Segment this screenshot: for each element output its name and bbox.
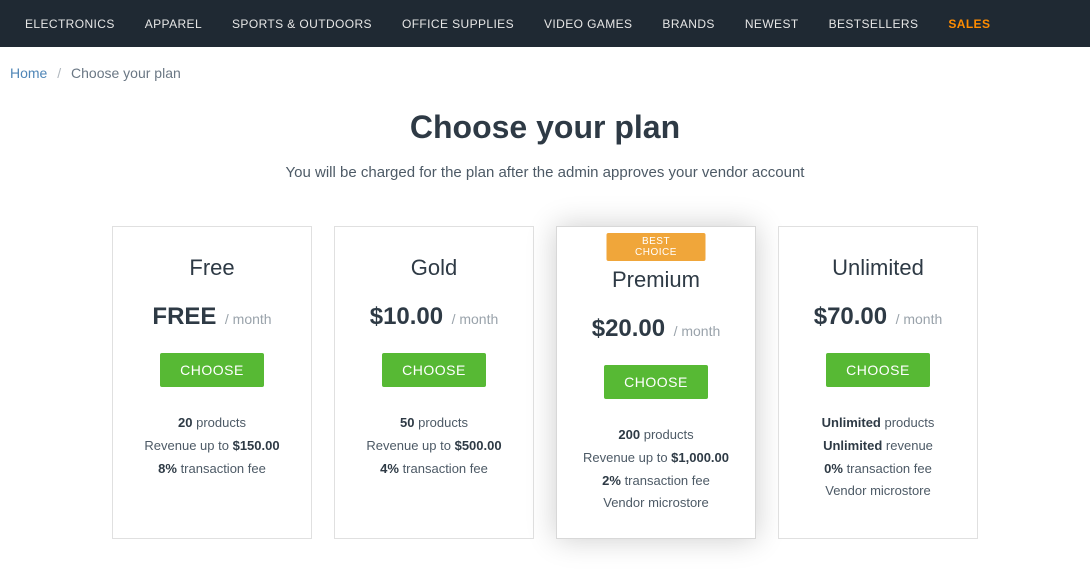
plan-price-row: $70.00 / month bbox=[791, 303, 965, 331]
plan-feature: 50 products bbox=[347, 413, 521, 434]
plan-card-gold: Gold $10.00 / month CHOOSE 50 products R… bbox=[334, 226, 534, 539]
choose-button[interactable]: CHOOSE bbox=[604, 365, 708, 399]
plan-features: 200 products Revenue up to $1,000.00 2% … bbox=[569, 425, 743, 514]
main-navbar: ELECTRONICS APPAREL SPORTS & OUTDOORS OF… bbox=[0, 0, 1090, 47]
plan-period: / month bbox=[452, 311, 499, 327]
plan-price: $70.00 bbox=[814, 303, 887, 330]
choose-button[interactable]: CHOOSE bbox=[826, 353, 930, 387]
breadcrumb-separator: / bbox=[51, 65, 67, 81]
page-subtitle: You will be charged for the plan after t… bbox=[0, 164, 1090, 181]
breadcrumb: Home / Choose your plan bbox=[0, 47, 1090, 91]
plan-name: Gold bbox=[347, 255, 521, 281]
plan-feature: 2% transaction fee bbox=[569, 471, 743, 492]
plan-name: Free bbox=[125, 255, 299, 281]
nav-item-electronics[interactable]: ELECTRONICS bbox=[10, 0, 130, 47]
plan-feature: Vendor microstore bbox=[791, 481, 965, 502]
plan-card-unlimited: Unlimited $70.00 / month CHOOSE Unlimite… bbox=[778, 226, 978, 539]
plan-price: FREE bbox=[152, 303, 216, 330]
plan-period: / month bbox=[896, 311, 943, 327]
page-title: Choose your plan bbox=[0, 109, 1090, 146]
plan-feature: 0% transaction fee bbox=[791, 459, 965, 480]
plan-price-row: FREE / month bbox=[125, 303, 299, 331]
plan-feature: 4% transaction fee bbox=[347, 459, 521, 480]
plan-price-row: $20.00 / month bbox=[569, 315, 743, 343]
plan-name: Unlimited bbox=[791, 255, 965, 281]
plan-feature: Revenue up to $1,000.00 bbox=[569, 448, 743, 469]
plan-feature: Unlimited revenue bbox=[791, 436, 965, 457]
plan-features: Unlimited products Unlimited revenue 0% … bbox=[791, 413, 965, 502]
nav-item-bestsellers[interactable]: BESTSELLERS bbox=[814, 0, 934, 47]
nav-item-video-games[interactable]: VIDEO GAMES bbox=[529, 0, 647, 47]
plan-feature: Revenue up to $150.00 bbox=[125, 436, 299, 457]
plan-name: Premium bbox=[569, 267, 743, 293]
nav-item-brands[interactable]: BRANDS bbox=[647, 0, 729, 47]
breadcrumb-current: Choose your plan bbox=[71, 65, 181, 81]
plan-feature: 8% transaction fee bbox=[125, 459, 299, 480]
plan-features: 20 products Revenue up to $150.00 8% tra… bbox=[125, 413, 299, 479]
nav-item-newest[interactable]: NEWEST bbox=[730, 0, 814, 47]
breadcrumb-home[interactable]: Home bbox=[10, 65, 47, 81]
plan-feature: 20 products bbox=[125, 413, 299, 434]
choose-button[interactable]: CHOOSE bbox=[382, 353, 486, 387]
best-choice-badge: BEST CHOICE bbox=[607, 233, 706, 261]
plan-feature: 200 products bbox=[569, 425, 743, 446]
plan-feature: Unlimited products bbox=[791, 413, 965, 434]
plan-price: $20.00 bbox=[592, 315, 665, 342]
plan-feature: Vendor microstore bbox=[569, 493, 743, 514]
plan-card-premium: BEST CHOICE Premium $20.00 / month CHOOS… bbox=[556, 226, 756, 539]
nav-item-sales[interactable]: SALES bbox=[933, 0, 1005, 47]
plan-features: 50 products Revenue up to $500.00 4% tra… bbox=[347, 413, 521, 479]
plan-period: / month bbox=[225, 311, 272, 327]
plans-container: Free FREE / month CHOOSE 20 products Rev… bbox=[0, 226, 1090, 569]
choose-button[interactable]: CHOOSE bbox=[160, 353, 264, 387]
nav-item-office-supplies[interactable]: OFFICE SUPPLIES bbox=[387, 0, 529, 47]
plan-card-free: Free FREE / month CHOOSE 20 products Rev… bbox=[112, 226, 312, 539]
nav-item-sports-outdoors[interactable]: SPORTS & OUTDOORS bbox=[217, 0, 387, 47]
plan-price-row: $10.00 / month bbox=[347, 303, 521, 331]
plan-price: $10.00 bbox=[370, 303, 443, 330]
plan-period: / month bbox=[674, 323, 721, 339]
nav-item-apparel[interactable]: APPAREL bbox=[130, 0, 217, 47]
plan-feature: Revenue up to $500.00 bbox=[347, 436, 521, 457]
